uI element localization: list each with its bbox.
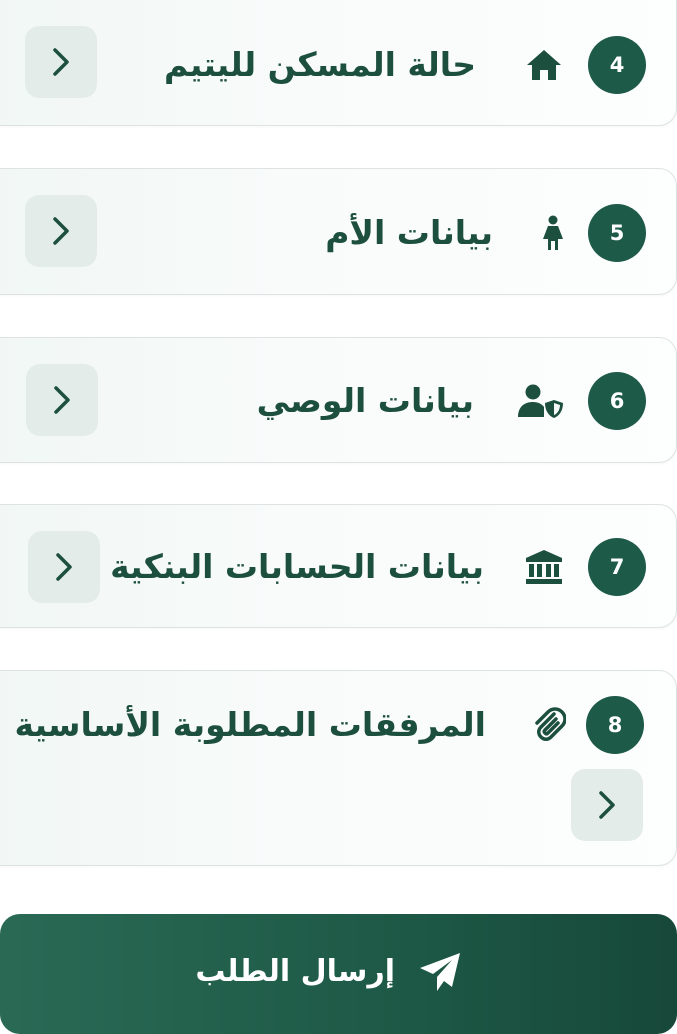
section-title: بيانات الحسابات البنكية xyxy=(110,547,484,586)
section-card-mother[interactable]: 5 بيانات الأم xyxy=(0,168,677,295)
section-title: حالة المسكن لليتيم xyxy=(163,45,476,84)
section-number: 5 xyxy=(609,221,625,245)
section-card-guardian[interactable]: 6 بيانات الوصي xyxy=(0,337,677,463)
bank-icon xyxy=(524,547,564,587)
user-shield-icon xyxy=(516,381,564,421)
expand-button[interactable] xyxy=(571,769,643,841)
section-number: 6 xyxy=(609,389,625,413)
chevron-right-icon xyxy=(54,386,70,414)
section-title: المرفقات المطلوبة الأساسية xyxy=(14,705,486,744)
section-card-housing[interactable]: 4 حالة المسكن لليتيم xyxy=(0,0,677,126)
chevron-right-icon xyxy=(599,791,615,819)
section-number-badge: 4 xyxy=(588,36,646,94)
section-title: بيانات الوصي xyxy=(256,381,474,420)
section-number-badge: 8 xyxy=(586,696,644,754)
expand-button[interactable] xyxy=(26,364,98,436)
expand-button[interactable] xyxy=(25,195,97,267)
submit-label: إرسال الطلب xyxy=(195,954,395,989)
submit-request-button[interactable]: إرسال الطلب xyxy=(0,914,677,1034)
section-number-badge: 5 xyxy=(588,204,646,262)
section-number: 7 xyxy=(609,555,625,579)
section-number: 8 xyxy=(607,713,623,737)
section-number-badge: 7 xyxy=(588,538,646,596)
chevron-right-icon xyxy=(53,48,69,76)
home-icon xyxy=(524,45,564,85)
section-number-badge: 6 xyxy=(588,372,646,430)
woman-icon xyxy=(533,213,573,253)
section-title: بيانات الأم xyxy=(325,213,493,252)
chevron-right-icon xyxy=(56,553,72,581)
section-card-attachments[interactable]: 8 المرفقات المطلوبة الأساسية xyxy=(0,670,677,866)
paper-plane-icon xyxy=(418,950,462,994)
paperclip-icon xyxy=(529,705,569,745)
chevron-right-icon xyxy=(53,217,69,245)
expand-button[interactable] xyxy=(25,26,97,98)
expand-button[interactable] xyxy=(28,531,100,603)
section-number: 4 xyxy=(609,53,625,77)
section-card-bank-accounts[interactable]: 7 بيانات الحسابات البنكية xyxy=(0,504,677,628)
